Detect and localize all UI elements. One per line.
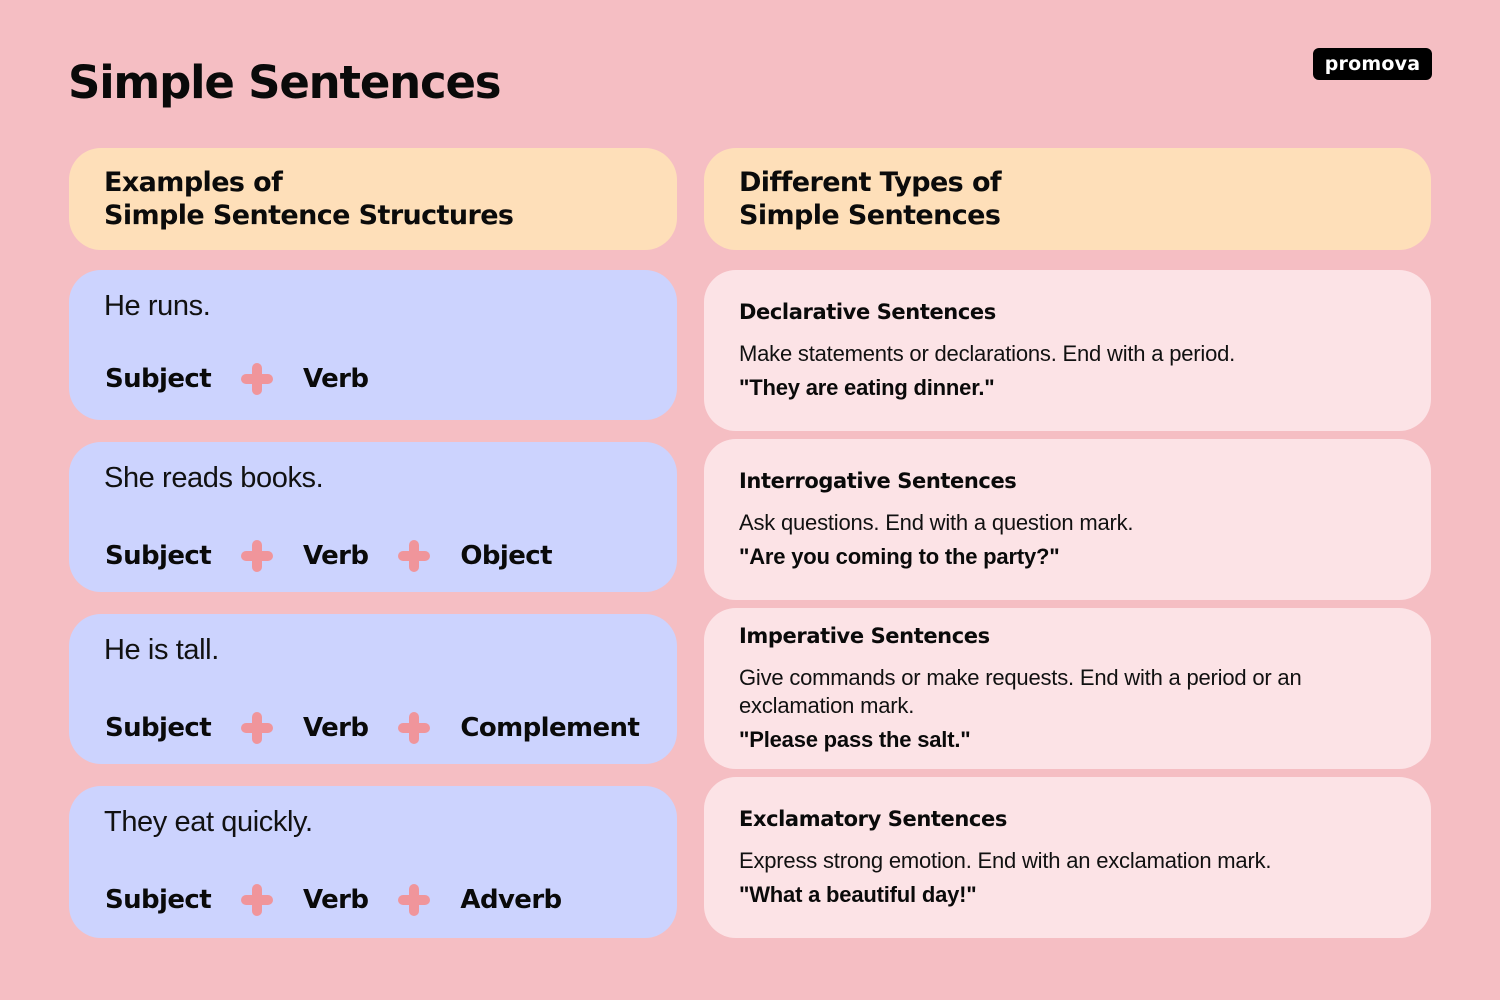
example-sentence: She reads books. xyxy=(104,462,324,494)
type-title: Declarative Sentences xyxy=(739,300,996,324)
structure-part-object: Object xyxy=(460,541,552,571)
plus-icon xyxy=(241,712,274,744)
types-header-line-1: Different Types of xyxy=(739,167,1002,198)
type-description: Make statements or declarations. End wit… xyxy=(739,341,1236,366)
structure-part-verb: Verb xyxy=(303,885,369,915)
example-sentence: He is tall. xyxy=(104,634,219,666)
type-description: Express strong emotion. End with an excl… xyxy=(739,848,1272,873)
type-example: "They are eating dinner." xyxy=(739,375,995,400)
examples-header-line-1: Examples of xyxy=(104,167,283,198)
example-card-4: They eat quickly. Subject Verb Adverb xyxy=(69,786,677,938)
sentence-structure-formula: Subject Verb Complement xyxy=(105,711,640,745)
type-card-exclamatory: Exclamatory Sentences Express strong emo… xyxy=(704,777,1431,938)
plus-icon xyxy=(398,540,431,572)
structure-part-complement: Complement xyxy=(460,713,640,743)
type-title: Imperative Sentences xyxy=(739,624,990,648)
type-example: "What a beautiful day!" xyxy=(739,882,977,907)
plus-icon xyxy=(398,712,431,744)
type-card-imperative: Imperative Sentences Give commands or ma… xyxy=(704,608,1431,769)
sentence-structure-formula: Subject Verb xyxy=(105,362,369,396)
structure-part-subject: Subject xyxy=(105,885,212,915)
example-sentence: They eat quickly. xyxy=(104,806,313,838)
type-title: Exclamatory Sentences xyxy=(739,807,1007,831)
type-description: Give commands or make requests. End with… xyxy=(739,665,1302,718)
plus-icon xyxy=(241,540,274,572)
examples-header: Examples of Simple Sentence Structures xyxy=(69,148,677,250)
type-title: Interrogative Sentences xyxy=(739,469,1017,493)
type-example: "Are you coming to the party?" xyxy=(739,544,1060,569)
promova-logo: promova xyxy=(1313,48,1432,80)
type-example: "Please pass the salt." xyxy=(739,727,971,752)
structure-part-subject: Subject xyxy=(105,713,212,743)
types-header-line-2: Simple Sentences xyxy=(739,200,1001,231)
type-card-declarative: Declarative Sentences Make statements or… xyxy=(704,270,1431,431)
types-header: Different Types of Simple Sentences xyxy=(704,148,1431,250)
type-description: Ask questions. End with a question mark. xyxy=(739,510,1134,535)
structure-part-verb: Verb xyxy=(303,364,369,394)
structure-part-verb: Verb xyxy=(303,713,369,743)
structure-part-subject: Subject xyxy=(105,541,212,571)
structure-part-adverb: Adverb xyxy=(460,885,562,915)
sentence-structure-formula: Subject Verb Adverb xyxy=(105,883,562,917)
example-card-1: He runs. Subject Verb xyxy=(69,270,677,420)
structure-part-verb: Verb xyxy=(303,541,369,571)
examples-header-line-2: Simple Sentence Structures xyxy=(104,200,514,231)
sentence-structure-formula: Subject Verb Object xyxy=(105,539,553,573)
structure-part-subject: Subject xyxy=(105,364,212,394)
plus-icon xyxy=(241,363,274,395)
plus-icon xyxy=(398,884,431,916)
example-card-3: He is tall. Subject Verb Complement xyxy=(69,614,677,764)
type-card-interrogative: Interrogative Sentences Ask questions. E… xyxy=(704,439,1431,600)
page-title: Simple Sentences xyxy=(68,56,502,109)
plus-icon xyxy=(241,884,274,916)
example-sentence: He runs. xyxy=(104,290,211,322)
example-card-2: She reads books. Subject Verb Object xyxy=(69,442,677,592)
